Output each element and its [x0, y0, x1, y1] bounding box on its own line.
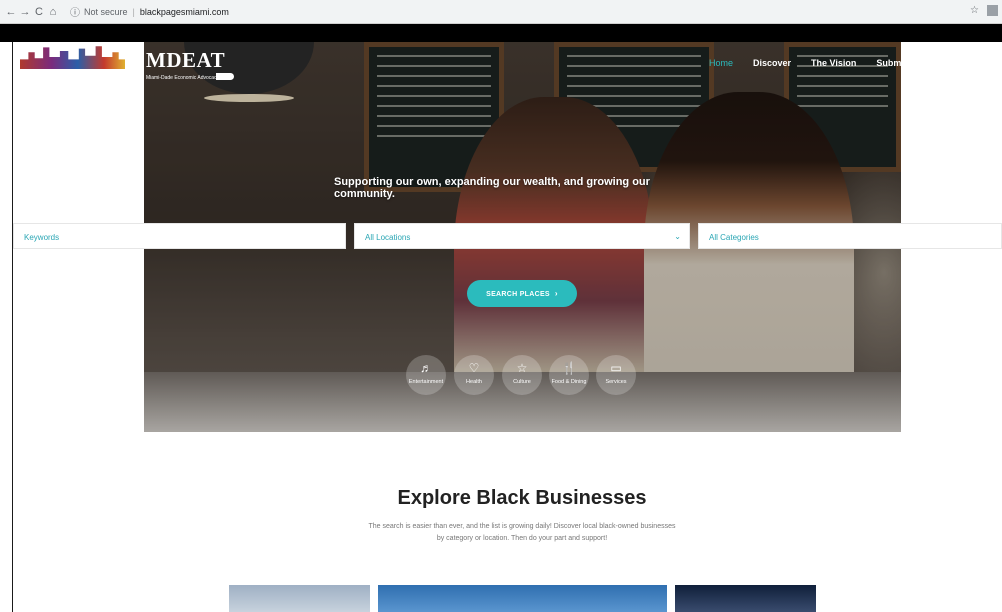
- bookmark-star-icon[interactable]: ☆: [970, 5, 979, 16]
- chevron-right-icon: ›: [554, 289, 558, 298]
- info-icon[interactable]: ⓘ: [70, 4, 80, 19]
- forward-icon[interactable]: →: [18, 6, 32, 18]
- category-label: Health: [466, 379, 482, 385]
- skyline-logo-graphic: [20, 46, 125, 69]
- listing-thumbnail[interactable]: [229, 585, 370, 612]
- category-label: Food & Dining: [551, 379, 587, 385]
- category-label: Services: [605, 379, 627, 385]
- heart-rate-icon: ♡: [468, 361, 480, 375]
- browser-toolbar: ← → C ⌂ ⓘ Not secure | blackpagesmiami.c…: [0, 0, 1002, 24]
- page-left-border: [12, 42, 13, 612]
- extension-icon[interactable]: [987, 5, 998, 16]
- category-culture[interactable]: ☆ Culture: [502, 355, 542, 395]
- not-secure-label: Not secure: [84, 6, 128, 17]
- reload-icon[interactable]: C: [32, 6, 46, 18]
- locations-select-value: All Locations: [365, 233, 411, 242]
- address-bar[interactable]: ⓘ Not secure | blackpagesmiami.com: [70, 4, 229, 20]
- chevron-down-icon[interactable]: ⌄: [674, 232, 681, 241]
- nav-home[interactable]: Home: [709, 58, 733, 68]
- star-icon: ☆: [516, 361, 528, 375]
- keywords-input[interactable]: Keywords: [13, 223, 346, 249]
- browser-actions: ☆: [970, 5, 998, 16]
- section-title: Explore Black Businesses: [397, 487, 647, 509]
- nav-discover[interactable]: Discover: [753, 58, 791, 68]
- category-label: Culture: [513, 379, 531, 385]
- url-text[interactable]: blackpagesmiami.com: [140, 7, 229, 17]
- search-places-label: SEARCH PLACES: [486, 291, 550, 298]
- category-entertainment[interactable]: ♬ Entertainment: [406, 355, 446, 395]
- nav-the-vision[interactable]: The Vision: [811, 58, 856, 68]
- url-separator: |: [132, 6, 135, 17]
- search-places-button[interactable]: SEARCH PLACES ›: [467, 280, 577, 307]
- fork-knife-icon: 🍴: [561, 361, 577, 375]
- music-note-icon: ♬: [420, 361, 432, 375]
- briefcase-icon: ▭: [610, 361, 622, 375]
- category-services[interactable]: ▭ Services: [596, 355, 636, 395]
- main-nav: Home Discover The Vision Submit A: [709, 58, 936, 68]
- home-icon[interactable]: ⌂: [46, 6, 60, 18]
- section-description: The search is easier than ever, and the …: [368, 523, 676, 542]
- category-label: Entertainment: [408, 379, 444, 385]
- category-health[interactable]: ♡ Health: [454, 355, 494, 395]
- categories-select[interactable]: All Categories: [698, 223, 1002, 249]
- listing-thumbnail[interactable]: [675, 585, 816, 612]
- site-logo[interactable]: MDEAT Miami-Dade Economic Advocacy Trust: [20, 45, 234, 85]
- back-icon[interactable]: ←: [4, 6, 18, 18]
- nav-submit[interactable]: Submit A: [876, 58, 915, 68]
- category-food-dining[interactable]: 🍴 Food & Dining: [549, 355, 589, 395]
- logo-title: MDEAT: [146, 48, 226, 72]
- page-top-strip: [0, 24, 1002, 42]
- listing-thumbnail[interactable]: [378, 585, 667, 612]
- locations-select[interactable]: All Locations ⌄: [354, 223, 690, 249]
- hero-tagline: Supporting our own, expanding our wealth…: [334, 176, 650, 200]
- logo-swoosh-graphic: [216, 73, 234, 80]
